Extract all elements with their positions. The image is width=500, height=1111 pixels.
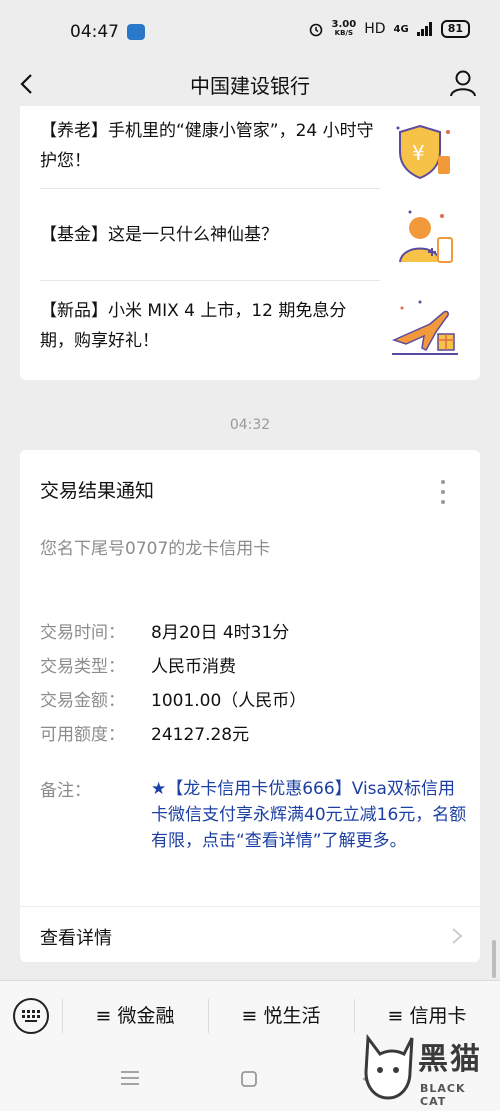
chat-timestamp: 04:32 [229, 417, 271, 433]
hd-label: HD [364, 21, 386, 37]
scrollbar[interactable] [492, 940, 496, 978]
profile-icon[interactable] [448, 68, 478, 98]
field-value: 1001.00（人民币） [151, 691, 307, 711]
svg-text:¥: ¥ [412, 141, 425, 165]
alarm-icon [309, 23, 322, 37]
chevron-right-icon[interactable] [450, 926, 464, 946]
remark-label: 备注： [40, 781, 91, 801]
notification-app-icon [127, 24, 145, 40]
divider [20, 906, 480, 907]
chat-header: 中国建设银行 [0, 62, 500, 106]
page-title: 中国建设银行 [190, 74, 310, 98]
remark-text: ★【龙卡信用卡优惠666】Visa双标信用卡微信支付享永辉满40元立减16元，名… [151, 779, 467, 851]
news-item-pension[interactable]: 【养老】手机里的“健康小管家”，24 小时守护您！ ¥ [40, 116, 460, 190]
home-nav-icon[interactable] [240, 1070, 258, 1088]
news-item-newproduct[interactable]: 【新品】小米 MIX 4 上市，12 期免息分期，购享好礼！ [40, 296, 460, 366]
signal-icon [416, 22, 432, 36]
watermark-subtext: BLACK CAT [420, 1082, 466, 1108]
field-value: 24127.28元 [151, 725, 250, 745]
field-label: 交易时间： [40, 623, 125, 643]
speed-unit: KB/S [334, 29, 354, 37]
keyboard-toggle-icon[interactable] [13, 998, 49, 1034]
divider [40, 280, 380, 281]
notice-subtitle: 您名下尾号0707的龙卡信用卡 [40, 539, 271, 559]
speed-value: 3.00 [331, 19, 357, 30]
black-cat-watermark: 黑猫 BLACK CAT [360, 1030, 490, 1108]
field-label: 可用额度： [40, 725, 125, 745]
cat-logo-icon [364, 1033, 414, 1100]
field-label: 交易类型： [40, 657, 125, 677]
more-options-icon[interactable] [440, 480, 446, 508]
notice-title: 交易结果通知 [40, 480, 155, 502]
news-text: 【养老】手机里的“健康小管家”，24 小时守护您！ [40, 121, 374, 171]
status-time: 04:47 [70, 22, 119, 42]
status-bar: 04:47 3.00 KB/S HD 4G 81 [0, 0, 500, 62]
network-type: 4G [393, 23, 409, 35]
watermark-text: 黑猫 [418, 1042, 482, 1077]
field-value: 人民币消费 [151, 657, 236, 677]
news-text: 【新品】小米 MIX 4 上市，12 期免息分期，购享好礼！ [40, 301, 347, 351]
divider [40, 188, 380, 189]
news-card: 【养老】手机里的“健康小管家”，24 小时守护您！ ¥ 【基金】这是一只什么神仙… [20, 106, 480, 380]
menu-nav-icon[interactable] [120, 1070, 140, 1086]
view-details-link[interactable]: 查看详情 [40, 924, 112, 950]
status-indicators: 3.00 KB/S HD 4G 81 [308, 20, 470, 38]
field-label: 交易金额： [40, 691, 125, 711]
field-value: 8月20日 4时31分 [151, 623, 290, 643]
transaction-notice-card[interactable]: 交易结果通知 您名下尾号0707的龙卡信用卡 交易时间： 8月20日 4时31分… [20, 450, 480, 962]
battery-icon: 81 [440, 20, 470, 38]
news-item-fund[interactable]: 【基金】这是一只什么神仙基？ [40, 210, 460, 270]
network-speed: 3.00 KB/S [332, 20, 357, 38]
news-text: 【基金】这是一只什么神仙基？ [40, 225, 278, 245]
menu-item-wealth[interactable]: ≡ 微金融 [62, 981, 208, 1051]
pension-shield-icon: ¥ [396, 124, 450, 180]
airplane-gift-icon [391, 300, 458, 355]
fund-person-icon [399, 210, 453, 263]
keyboard-icon [22, 1010, 40, 1022]
menu-item-life[interactable]: ≡ 悦生活 [208, 981, 354, 1051]
